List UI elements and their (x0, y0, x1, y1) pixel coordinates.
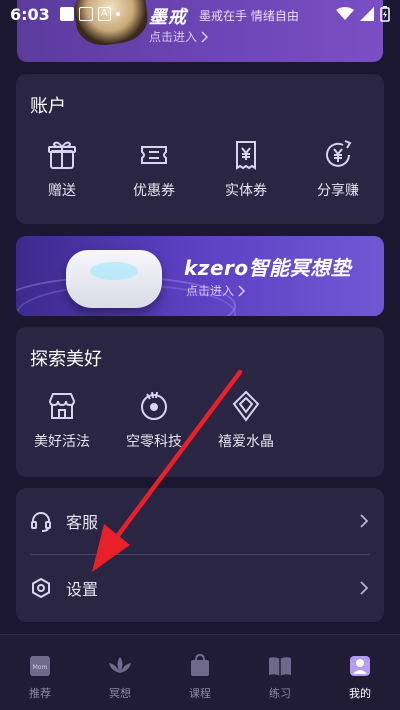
dial-icon (141, 391, 167, 420)
customer-service-label: 客服 (66, 513, 99, 532)
headset-icon (31, 512, 51, 532)
account-item-coupon[interactable]: 优惠券 (108, 138, 200, 200)
banner-enter-label: 点击进入 (149, 30, 198, 44)
account-item-label: 赠送 (48, 183, 76, 199)
kzero-enter-link[interactable]: 点击进入 (186, 282, 246, 299)
tab-practice[interactable]: 练习 (240, 635, 320, 710)
status-time: 6:03 (10, 4, 50, 24)
explore-item-label: 美好活法 (34, 434, 90, 450)
settings-icon (32, 577, 50, 599)
settings-row[interactable]: 设置 (16, 555, 384, 621)
recommend-icon: Mom (30, 656, 50, 676)
account-card: 账户 赠送 优惠券 实体券 分享赚 (16, 74, 384, 224)
account-item-share-earn[interactable]: 分享赚 (292, 138, 384, 200)
chevron-right-icon (360, 514, 369, 528)
kzero-enter-label: 点击进入 (186, 284, 235, 298)
profile-icon (350, 656, 370, 676)
tab-mine[interactable]: 我的 (320, 635, 400, 710)
account-item-gift[interactable]: 赠送 (16, 138, 108, 200)
banner-enter-link[interactable]: 点击进入 (149, 28, 209, 45)
account-item-label: 实体券 (225, 183, 267, 199)
keyboard-icon: A (97, 7, 111, 21)
account-item-label: 分享赚 (317, 183, 359, 199)
service-settings-card: 客服 设置 (16, 488, 384, 622)
wifi-icon (336, 7, 354, 20)
more-dot-icon (115, 12, 120, 16)
explore-item-label: 空零科技 (126, 434, 182, 450)
tab-meditation[interactable]: 冥想 (80, 635, 160, 710)
account-item-voucher[interactable]: 实体券 (200, 138, 292, 200)
bottom-tab-bar: Mom 推荐 冥想 课程 练习 我的 (0, 634, 400, 710)
meditation-mat-image (66, 250, 162, 308)
explore-item-store[interactable]: 美好活法 (16, 389, 108, 451)
signal-icon (360, 7, 374, 21)
receipt-icon (236, 141, 256, 170)
explore-grid: 美好活法 空零科技 禧爱水晶 (16, 389, 384, 451)
bag-icon (191, 653, 209, 676)
notification-icon (59, 7, 74, 21)
account-item-label: 优惠券 (133, 183, 175, 199)
share-earn-icon (326, 140, 352, 167)
status-notification-icons: A (59, 7, 120, 21)
kzero-title: kzero智能冥想垫 (184, 256, 352, 280)
status-bar: 6:03 A (0, 0, 400, 28)
tab-label: 课程 (189, 687, 211, 700)
lotus-icon (109, 657, 131, 673)
tab-label: 冥想 (109, 687, 131, 700)
customer-service-row[interactable]: 客服 (16, 488, 384, 554)
gift-icon (48, 141, 76, 169)
tab-label: 推荐 (29, 687, 51, 700)
explore-item-label: 禧爱水晶 (218, 434, 274, 450)
book-icon (269, 657, 291, 676)
chevron-right-icon (238, 284, 246, 297)
tab-label: 练习 (269, 687, 291, 700)
tab-recommend[interactable]: Mom 推荐 (0, 635, 80, 710)
notification-icon (78, 7, 93, 21)
tab-course[interactable]: 课程 (160, 635, 240, 710)
status-right-icons (336, 6, 390, 22)
store-icon (48, 393, 76, 419)
settings-label: 设置 (66, 580, 99, 599)
crystal-icon (232, 390, 260, 422)
explore-item-kongling[interactable]: 空零科技 (108, 389, 200, 451)
explore-card: 探索美好 美好活法 空零科技 禧爱水晶 (16, 327, 384, 477)
battery-icon (380, 6, 390, 22)
chevron-right-icon (201, 30, 209, 43)
tab-label: 我的 (349, 687, 371, 700)
svg-text:Mom: Mom (33, 664, 48, 671)
chevron-right-icon (360, 581, 369, 595)
account-grid: 赠送 优惠券 实体券 分享赚 (16, 138, 384, 200)
account-title: 账户 (30, 96, 66, 117)
explore-title: 探索美好 (30, 349, 102, 370)
explore-item-crystal[interactable]: 禧爱水晶 (200, 389, 292, 451)
explore-grid-spacer (292, 389, 384, 451)
coupon-icon (141, 146, 167, 164)
kzero-mat-banner[interactable]: kzero智能冥想垫 点击进入 (16, 236, 384, 316)
